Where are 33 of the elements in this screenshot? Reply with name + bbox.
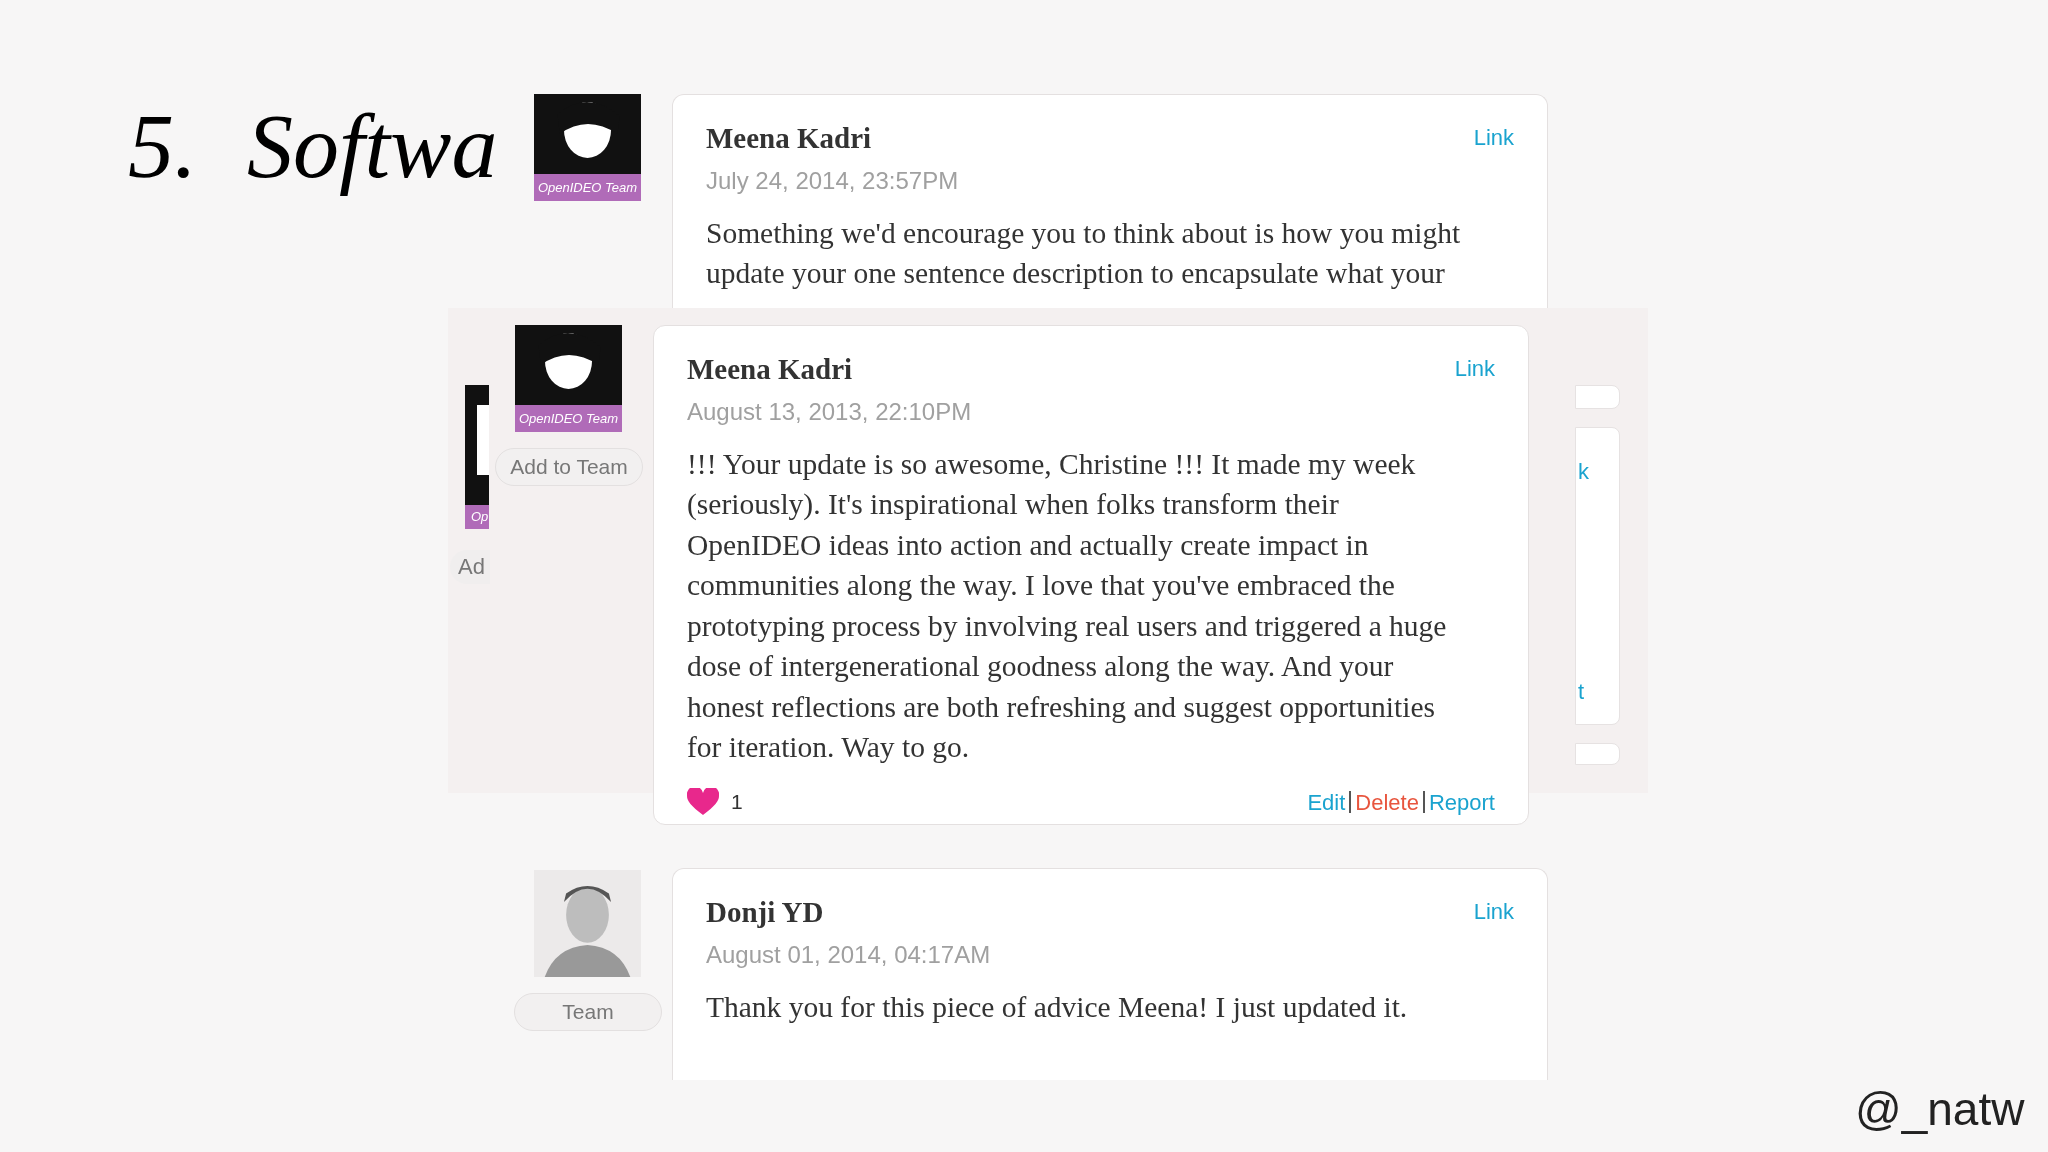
slide-number: 5. [128, 100, 197, 192]
action-link[interactable]: Delete [1355, 785, 1419, 819]
author-handle: @_natw [1855, 1082, 2025, 1137]
comment-text: Thank you for this piece of advice Meena! I just updated it. [706, 989, 1409, 1025]
author-name: Meena Kadri [687, 352, 853, 387]
permalink[interactable]: Link [1473, 895, 1514, 928]
author-name: Donji YD [706, 895, 824, 930]
comment-date: August 13, 2013, 22:10PM [687, 396, 973, 427]
comment-date: July 24, 2014, 23:57PM [706, 165, 960, 196]
action-link[interactable]: Report [1428, 785, 1495, 819]
heart-icon[interactable] [687, 788, 719, 816]
team-badge: OpenIDEO Team [534, 174, 641, 201]
action-link[interactable]: Edit [1307, 785, 1346, 819]
team-badge: OpenIDEO Team [515, 405, 622, 432]
card-background [1575, 385, 1620, 409]
add-to-team-button[interactable]: Ad [450, 550, 490, 584]
avatar-icon [515, 325, 622, 405]
permalink[interactable]: Link [1473, 121, 1514, 154]
link[interactable]: t [1578, 675, 1585, 708]
avatar-icon [534, 870, 641, 977]
comment-text: !!! Your update is so awesome, Christine !!! It made my week (seriously). It's inspirational when folks transform their OpenIDEO ideas into action and actually create impact in communities along the way. I love that you've embraced the prototyping process by involving real users and triggered a huge dose of intergenerational goodness along the way. And your honest reflections are both refreshing and suggest opportunities for iteration. Way to go. [687, 446, 1448, 765]
like-count: 1 [731, 789, 743, 816]
permalink[interactable]: Link [1454, 352, 1495, 385]
avatar-icon [534, 94, 641, 174]
author-name: Meena Kadri [706, 121, 872, 156]
add-to-team-button[interactable]: Add to Team [495, 448, 643, 486]
link[interactable]: k [1578, 455, 1589, 488]
add-to-team-button[interactable]: Team [514, 993, 662, 1031]
avatar-icon [465, 385, 489, 505]
comment-date: August 01, 2014, 04:17AM [706, 939, 992, 970]
card-background [1575, 743, 1620, 765]
team-badge: Op [465, 505, 489, 529]
comment-text: Something we'd encourage you to think about is how you might update your one sentence description to encapsulate what your [706, 215, 1462, 291]
